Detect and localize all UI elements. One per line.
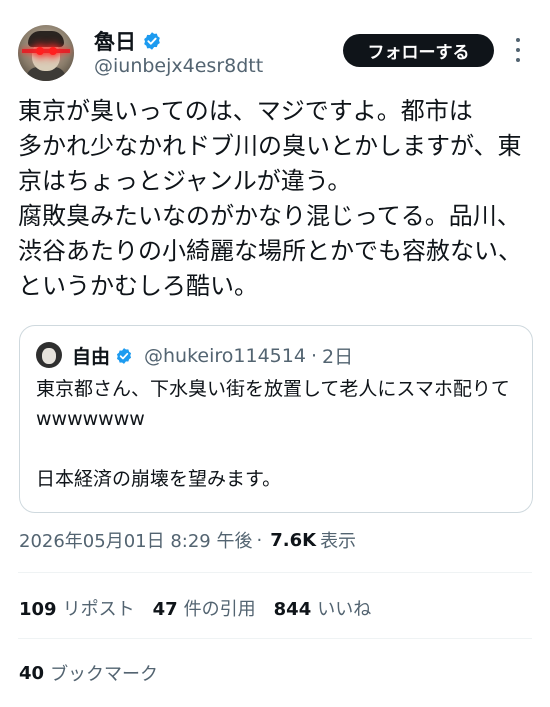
verified-badge-icon [116,347,132,364]
author-name[interactable]: 魯日 [94,26,136,56]
likes-label: いいね [317,599,372,620]
likes-stat[interactable]: 844 いいね [274,595,372,621]
engagement-stats: 109 リポスト 47 件の引用 844 いいね [19,595,371,621]
avatar-hair-shape [28,31,64,47]
tweet-text: 東京が臭いってのは、マジですよ。都市は 多かれ少なかれドブ川の臭いとかしますが、… [18,97,522,300]
more-dot [516,38,520,42]
quoted-author-name[interactable]: 自由 [72,342,110,369]
quoted-author-avatar[interactable] [36,342,62,368]
author-avatar[interactable] [18,25,74,81]
more-options-icon[interactable] [513,38,523,62]
avatar-laser-eyes [22,49,70,53]
quoted-tweet-header: 自由 @hukeiro114514 · 2日 [72,342,353,369]
verified-badge-icon [144,32,160,50]
quotes-label: 件の引用 [183,599,256,620]
quoted-tweet-text: 東京都さん、下水臭い街を放置して老人にスマホ配りてwwwwwww 日本経済の崩壊… [36,378,510,490]
bookmarks-stat[interactable]: 40 ブックマーク [19,660,158,686]
quoted-author-handle[interactable]: @hukeiro114514 [144,345,306,367]
author-name-row: 魯日 [94,26,162,56]
separator-dot: · [256,529,263,551]
divider [18,572,532,573]
quoted-tweet[interactable]: 自由 @hukeiro114514 · 2日 東京都さん、下水臭い街を放置して老… [19,325,533,513]
avatar-right-eye [49,47,57,55]
views-label: 表示 [320,531,357,552]
divider [18,638,532,639]
views-count: 7.6K [270,529,317,551]
avatar-left-eye [36,47,44,55]
quotes-count: 47 [152,599,178,620]
follow-button[interactable]: フォローする [343,34,494,67]
separator-dot: · [310,344,317,367]
reposts-label: リポスト [62,599,135,620]
more-dot [516,58,520,62]
tweet-timestamp[interactable]: 2026年05月01日 8:29 午後 [19,527,252,553]
quoted-avatar-face-shape [42,348,56,364]
more-dot [516,48,520,52]
reposts-count: 109 [19,599,57,620]
likes-count: 844 [273,599,312,620]
author-handle[interactable]: @iunbejx4esr8dtt [94,55,263,77]
bookmarks-label: ブックマーク [50,664,159,685]
bookmarks-count: 40 [19,662,45,684]
quoted-tweet-date[interactable]: 2日 [322,342,353,369]
reposts-stat[interactable]: 109 リポスト [19,595,135,621]
quotes-stat[interactable]: 47 件の引用 [153,595,256,621]
tweet-meta: 2026年05月01日 8:29 午後 · 7.6K 表示 [19,527,356,553]
